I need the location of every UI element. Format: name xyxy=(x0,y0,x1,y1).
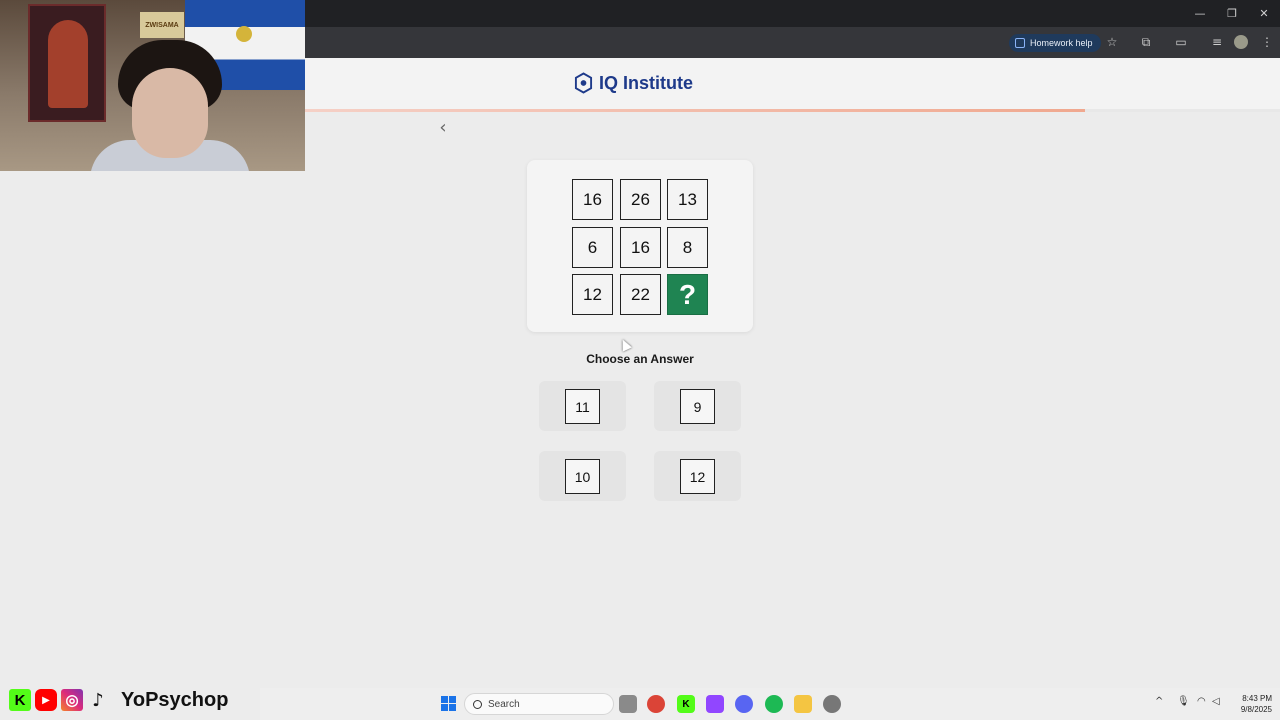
answer-value: 10 xyxy=(565,459,600,494)
brand-logo-icon xyxy=(574,72,593,94)
kick-app-icon[interactable]: K xyxy=(677,695,695,713)
obs-icon[interactable] xyxy=(823,695,841,713)
puzzle-cell: 12 xyxy=(572,274,613,315)
search-icon xyxy=(473,699,482,709)
back-chevron-icon[interactable]: ‹ xyxy=(434,117,452,138)
taskbar-search-label: Search xyxy=(488,698,520,710)
kick-icon: K xyxy=(9,689,31,711)
brand-logo-link[interactable]: IQ Institute xyxy=(574,72,693,94)
puzzle-cell: 16 xyxy=(620,227,661,268)
bookmark-star-icon[interactable]: ☆ xyxy=(1104,34,1120,50)
file-explorer-icon[interactable] xyxy=(794,695,812,713)
window-controls: — ❐ ✕ xyxy=(1184,0,1280,27)
homework-help-button[interactable]: Homework help xyxy=(1009,34,1101,52)
puzzle-card: 16 26 13 6 16 8 12 22 ? xyxy=(527,160,753,332)
webcam-sign: ZWISAMA xyxy=(140,12,184,38)
puzzle-cell: 22 xyxy=(620,274,661,315)
answer-value: 9 xyxy=(680,389,715,424)
puzzle-cell: 13 xyxy=(667,179,708,220)
twitch-icon[interactable] xyxy=(706,695,724,713)
streamer-name: YoPsychop xyxy=(121,688,229,711)
youtube-icon: ▶ xyxy=(35,689,57,711)
test-progress-bar xyxy=(305,109,1280,112)
taskbar-date: 9/8/2025 xyxy=(1240,705,1272,714)
homework-help-label: Homework help xyxy=(1030,38,1093,48)
close-window-button[interactable]: ✕ xyxy=(1248,0,1280,27)
answer-value: 12 xyxy=(680,459,715,494)
homework-help-icon xyxy=(1015,38,1025,48)
answer-option[interactable]: 12 xyxy=(654,451,741,501)
puzzle-cell: 26 xyxy=(620,179,661,220)
volume-icon[interactable]: ◁ xyxy=(1212,696,1220,707)
spotify-icon[interactable] xyxy=(765,695,783,713)
webcam-flag-emblem xyxy=(236,26,252,42)
tray-chevron-icon[interactable]: ^ xyxy=(1155,696,1163,707)
puzzle-cell: 6 xyxy=(572,227,613,268)
wifi-icon[interactable]: ◠ xyxy=(1197,696,1206,707)
missing-cell-question-mark: ? xyxy=(667,274,708,315)
answer-option[interactable]: 10 xyxy=(539,451,626,501)
cast-icon[interactable]: ▭ xyxy=(1173,34,1189,50)
tiktok-icon: ♪ xyxy=(92,689,104,711)
taskbar-search[interactable]: Search xyxy=(464,693,614,715)
answer-option[interactable]: 11 xyxy=(539,381,626,431)
browser-menu-icon[interactable]: ⋮ xyxy=(1259,34,1275,50)
answer-option[interactable]: 9 xyxy=(654,381,741,431)
microphone-icon[interactable]: 🎙 xyxy=(1177,696,1190,707)
instagram-icon: ◎ xyxy=(61,689,83,711)
profile-avatar[interactable] xyxy=(1234,35,1248,49)
task-view-icon[interactable] xyxy=(619,695,637,713)
mouse-cursor-icon xyxy=(618,337,632,352)
brand-name: IQ Institute xyxy=(599,72,693,93)
puzzle-cell: 8 xyxy=(667,227,708,268)
minimize-button[interactable]: — xyxy=(1184,0,1216,27)
site-header xyxy=(305,58,1280,110)
discord-icon[interactable] xyxy=(735,695,753,713)
windows-start-icon[interactable] xyxy=(441,696,456,711)
puzzle-cell: 16 xyxy=(572,179,613,220)
webcam-tapestry xyxy=(28,4,106,122)
answer-value: 11 xyxy=(565,389,600,424)
extensions-icon[interactable]: ⧉ xyxy=(1138,34,1154,50)
webcam-streamer xyxy=(90,40,250,171)
restore-button[interactable]: ❐ xyxy=(1216,0,1248,27)
reading-list-icon[interactable]: ≡ xyxy=(1209,34,1225,50)
webcam-overlay: ZWISAMA xyxy=(0,0,305,171)
test-progress-fill xyxy=(305,109,1085,112)
stream-social-bar: K ▶ ◎ ♪ YoPsychop xyxy=(0,686,260,714)
taskbar-clock[interactable]: 8:43 PM 9/8/2025 xyxy=(1228,693,1272,715)
answer-prompt: Choose an Answer xyxy=(586,352,694,366)
taskbar-time: 8:43 PM xyxy=(1242,694,1272,703)
chrome-icon[interactable] xyxy=(647,695,665,713)
